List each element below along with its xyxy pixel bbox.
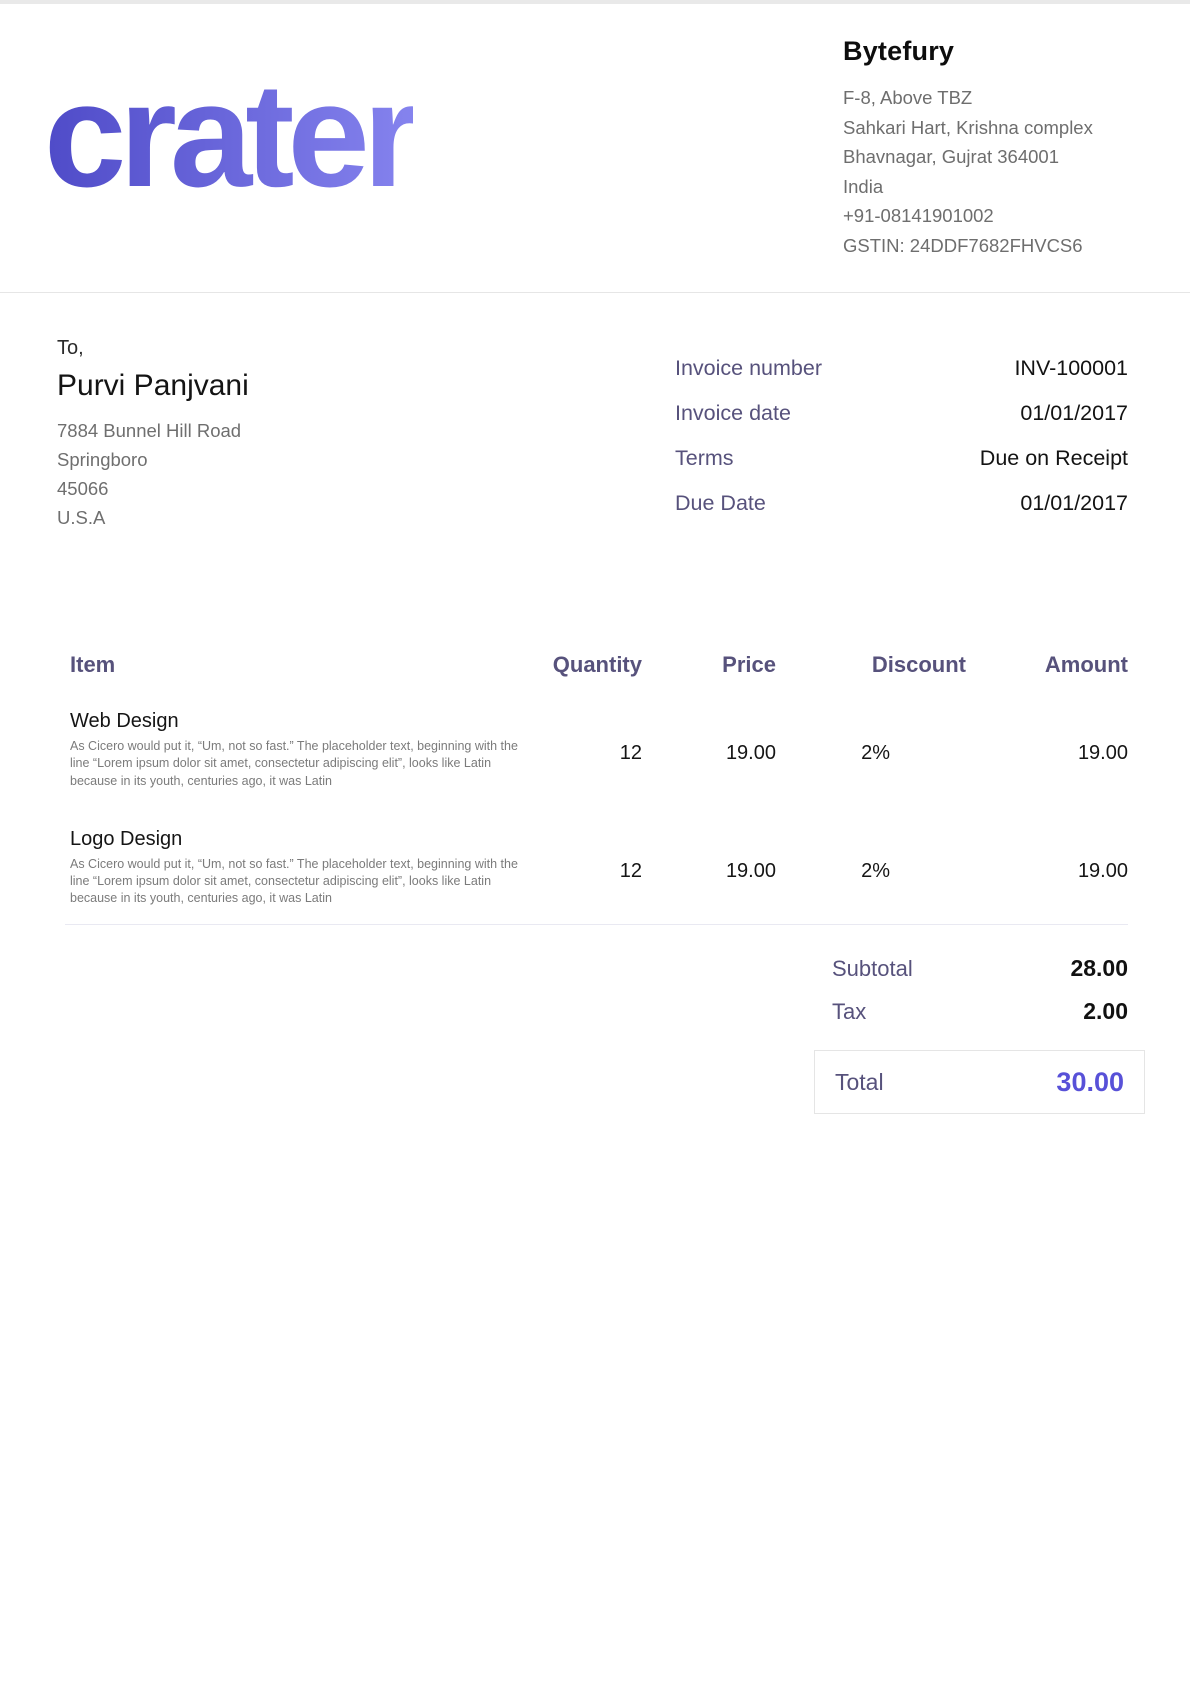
customer-address-line: Springboro [57, 445, 249, 474]
invoice-number-value: INV-100001 [1014, 356, 1128, 381]
company-address-line: Sahkari Hart, Krishna complex [843, 113, 1153, 143]
items-table-header: Item Quantity Price Discount Amount [70, 652, 1128, 678]
column-header-discount: Discount [776, 652, 966, 678]
totals-block: Subtotal 28.00 Tax 2.00 Total 30.00 [814, 955, 1145, 1114]
items-bottom-divider [65, 924, 1128, 925]
bill-to-label: To, [57, 336, 249, 360]
total-label: Total [835, 1069, 884, 1096]
tax-value: 2.00 [1083, 998, 1128, 1025]
item-name: Web Design [70, 709, 507, 733]
item-discount: 2% [776, 709, 966, 790]
invoice-number-row: Invoice number INV-100001 [675, 356, 1128, 401]
items-table: Item Quantity Price Discount Amount Web … [70, 652, 1128, 945]
subtotal-value: 28.00 [1070, 955, 1128, 982]
item-name: Logo Design [70, 827, 507, 851]
subtotal-label: Subtotal [832, 956, 913, 982]
item-amount: 19.00 [966, 827, 1128, 908]
crater-logo: crater [44, 62, 413, 210]
total-value: 30.00 [1056, 1067, 1124, 1098]
page-top-strip [0, 0, 1190, 4]
item-description: As Cicero would put it, “Um, not so fast… [70, 738, 520, 790]
company-gstin: GSTIN: 24DDF7682FHVCS6 [843, 231, 1153, 261]
invoice-date-value: 01/01/2017 [1020, 401, 1128, 426]
item-quantity: 12 [507, 709, 642, 790]
invoice-number-label: Invoice number [675, 356, 822, 381]
invoice-date-row: Invoice date 01/01/2017 [675, 401, 1128, 446]
table-row: Web Design As Cicero would put it, “Um, … [70, 709, 1128, 790]
item-cell: Web Design As Cicero would put it, “Um, … [70, 709, 507, 790]
due-date-row: Due Date 01/01/2017 [675, 491, 1128, 536]
column-header-quantity: Quantity [507, 652, 642, 678]
bill-to-block: To, Purvi Panjvani 7884 Bunnel Hill Road… [57, 336, 249, 532]
table-row: Logo Design As Cicero would put it, “Um,… [70, 827, 1128, 908]
customer-name: Purvi Panjvani [57, 368, 249, 404]
customer-address-line: 45066 [57, 474, 249, 503]
item-price: 19.00 [642, 827, 776, 908]
terms-row: Terms Due on Receipt [675, 446, 1128, 491]
tax-row: Tax 2.00 [814, 998, 1145, 1028]
customer-address-line: 7884 Bunnel Hill Road [57, 416, 249, 445]
due-date-value: 01/01/2017 [1020, 491, 1128, 516]
item-price: 19.00 [642, 709, 776, 790]
company-address-line: Bhavnagar, Gujrat 364001 [843, 142, 1153, 172]
invoice-date-label: Invoice date [675, 401, 791, 426]
invoice-meta-block: Invoice number INV-100001 Invoice date 0… [675, 356, 1128, 536]
tax-label: Tax [832, 999, 866, 1025]
column-header-amount: Amount [966, 652, 1128, 678]
item-discount: 2% [776, 827, 966, 908]
item-cell: Logo Design As Cicero would put it, “Um,… [70, 827, 507, 908]
item-description: As Cicero would put it, “Um, not so fast… [70, 856, 520, 908]
customer-address-line: U.S.A [57, 503, 249, 532]
company-phone: +91-08141901002 [843, 201, 1153, 231]
company-address-line: F-8, Above TBZ [843, 83, 1153, 113]
company-block: Bytefury F-8, Above TBZ Sahkari Hart, Kr… [843, 36, 1153, 260]
item-quantity: 12 [507, 827, 642, 908]
due-date-label: Due Date [675, 491, 766, 516]
column-header-price: Price [642, 652, 776, 678]
item-amount: 19.00 [966, 709, 1128, 790]
total-box: Total 30.00 [814, 1050, 1145, 1114]
terms-label: Terms [675, 446, 734, 471]
company-name: Bytefury [843, 36, 1153, 67]
subtotal-row: Subtotal 28.00 [814, 955, 1145, 985]
terms-value: Due on Receipt [980, 446, 1128, 471]
company-address-line: India [843, 172, 1153, 202]
header-divider [0, 292, 1190, 293]
column-header-item: Item [70, 652, 507, 678]
